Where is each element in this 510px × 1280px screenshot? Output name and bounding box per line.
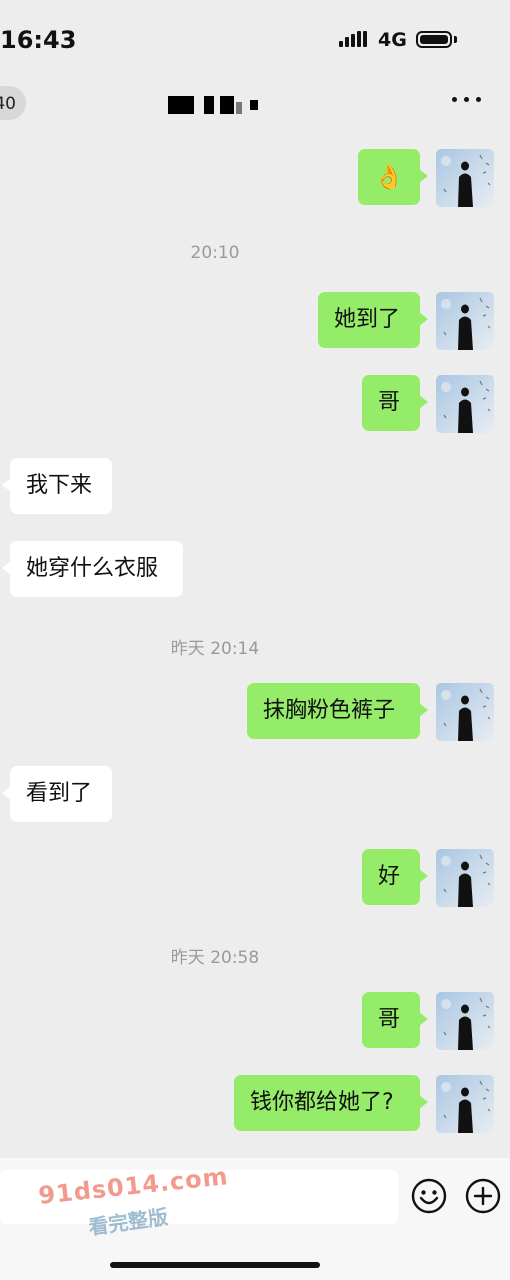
avatar[interactable] xyxy=(436,849,494,907)
message-bubble-outgoing[interactable]: 哥 xyxy=(362,992,428,1048)
message-bubble-outgoing[interactable]: 钱你都给她了? xyxy=(234,1075,428,1131)
message-bubble-incoming[interactable]: 看到了 xyxy=(2,766,112,822)
timestamp: 昨天 20:58 xyxy=(170,948,260,968)
avatar[interactable] xyxy=(436,149,494,207)
status-time: 16:43 xyxy=(0,26,77,54)
battery-icon xyxy=(416,31,452,48)
back-button[interactable]: 40 xyxy=(0,86,26,120)
message-bubble-outgoing[interactable]: 抹胸粉色裤子 xyxy=(247,683,428,739)
avatar[interactable] xyxy=(436,992,494,1050)
avatar[interactable] xyxy=(436,1075,494,1133)
timestamp: 昨天 20:14 xyxy=(170,639,260,659)
avatar[interactable] xyxy=(436,292,494,350)
message-bubble-incoming[interactable]: 她穿什么衣服 xyxy=(2,541,183,597)
signal-icon xyxy=(339,31,369,49)
message-bubble-outgoing[interactable]: 她到了 xyxy=(318,292,428,348)
message-bubble-outgoing[interactable]: 👌 xyxy=(358,149,428,205)
message-bubble-incoming[interactable]: 我下来 xyxy=(2,458,112,514)
emoji-icon[interactable] xyxy=(411,1178,447,1214)
message-bubble-outgoing[interactable]: 哥 xyxy=(362,375,428,431)
home-indicator xyxy=(110,1262,320,1268)
chat-header: 40 xyxy=(0,80,510,136)
more-options-icon[interactable] xyxy=(452,97,482,107)
status-bar: 16:43 4G xyxy=(0,0,510,80)
unread-count-badge: 40 xyxy=(0,94,16,114)
timestamp: 20:10 xyxy=(190,243,240,263)
avatar[interactable] xyxy=(436,375,494,433)
network-label: 4G xyxy=(378,29,407,51)
avatar[interactable] xyxy=(436,683,494,741)
add-attachment-icon[interactable] xyxy=(465,1178,501,1214)
message-bubble-outgoing[interactable]: 好 xyxy=(362,849,428,905)
composer-bar: 91ds014.com 看完整版 xyxy=(0,1158,510,1280)
